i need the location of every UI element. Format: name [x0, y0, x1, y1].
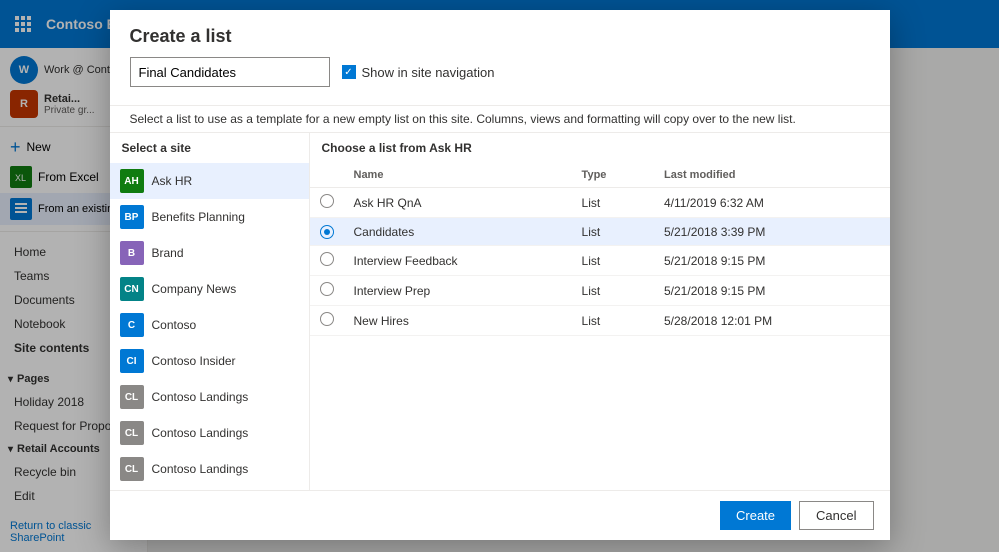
list-name: Interview Prep [344, 276, 572, 306]
radio-button[interactable] [320, 252, 334, 266]
site-item[interactable]: CN Company News [110, 271, 309, 307]
dialog-body: Select a site AH Ask HR BP Benefits Plan… [110, 133, 890, 490]
site-label: Brand [152, 246, 184, 260]
site-icon: AH [120, 169, 144, 193]
site-icon: B [120, 241, 144, 265]
radio-button[interactable] [320, 225, 334, 239]
site-icon: CN [120, 277, 144, 301]
site-list: AH Ask HR BP Benefits Planning B Brand C… [110, 163, 309, 490]
list-type: List [572, 218, 654, 246]
dialog-title: Create a list [130, 26, 870, 47]
radio-button[interactable] [320, 194, 334, 208]
radio-cell [310, 246, 344, 276]
list-name-input[interactable] [130, 57, 330, 87]
show-nav-label: Show in site navigation [342, 65, 495, 80]
col-name: Name [344, 163, 572, 188]
list-row[interactable]: Interview Prep List 5/21/2018 9:15 PM [310, 276, 890, 306]
site-label: Benefits Planning [152, 210, 245, 224]
list-row[interactable]: Interview Feedback List 5/21/2018 9:15 P… [310, 246, 890, 276]
list-type: List [572, 306, 654, 336]
list-name: Candidates [344, 218, 572, 246]
site-icon: C [120, 313, 144, 337]
list-modified: 5/21/2018 9:15 PM [654, 246, 890, 276]
site-label: Contoso Landings [152, 390, 249, 404]
list-modified: 5/21/2018 9:15 PM [654, 276, 890, 306]
cancel-button[interactable]: Cancel [799, 501, 873, 530]
site-label: Company News [152, 282, 237, 296]
create-button[interactable]: Create [720, 501, 791, 530]
radio-button[interactable] [320, 312, 334, 326]
list-name: Ask HR QnA [344, 188, 572, 218]
site-label: Contoso [152, 318, 197, 332]
site-item[interactable]: CL Contoso Landings [110, 415, 309, 451]
app-container: Contoso El... W Work @ Conto... R Retai.… [0, 0, 999, 552]
list-row[interactable]: Candidates List 5/21/2018 3:39 PM [310, 218, 890, 246]
list-name: Interview Feedback [344, 246, 572, 276]
list-modified: 5/21/2018 3:39 PM [654, 218, 890, 246]
site-item[interactable]: CI Contoso Insider [110, 343, 309, 379]
list-modified: 4/11/2019 6:32 AM [654, 188, 890, 218]
site-item[interactable]: B Brand [110, 235, 309, 271]
site-label: Ask HR [152, 174, 193, 188]
site-icon: CL [120, 385, 144, 409]
site-item[interactable]: CL Contoso Landings [110, 451, 309, 487]
list-panel: Choose a list from Ask HR Name Type Last… [310, 133, 890, 490]
list-row[interactable]: New Hires List 5/28/2018 12:01 PM [310, 306, 890, 336]
dialog-name-row: Show in site navigation [130, 57, 870, 87]
list-type: List [572, 246, 654, 276]
site-item[interactable]: CL Contoso Landings [110, 379, 309, 415]
list-name: New Hires [344, 306, 572, 336]
list-table: Name Type Last modified Ask HR QnA List … [310, 163, 890, 490]
site-item[interactable]: C Contoso [110, 307, 309, 343]
site-icon: CL [120, 457, 144, 481]
dialog-footer: Create Cancel [110, 490, 890, 540]
list-type: List [572, 276, 654, 306]
site-icon: CL [120, 421, 144, 445]
list-modified: 5/28/2018 12:01 PM [654, 306, 890, 336]
site-item[interactable]: AH Ask HR [110, 163, 309, 199]
radio-cell [310, 276, 344, 306]
list-type: List [572, 188, 654, 218]
show-nav-checkbox[interactable] [342, 65, 356, 79]
create-list-dialog: Create a list Show in site navigation Se… [110, 10, 890, 540]
site-label: Contoso Landings [152, 462, 249, 476]
radio-cell [310, 218, 344, 246]
site-icon: CI [120, 349, 144, 373]
col-modified: Last modified [654, 163, 890, 188]
list-row[interactable]: Ask HR QnA List 4/11/2019 6:32 AM [310, 188, 890, 218]
dialog-description: Select a list to use as a template for a… [110, 106, 890, 133]
dialog-overlay: Create a list Show in site navigation Se… [0, 0, 999, 552]
radio-cell [310, 306, 344, 336]
site-label: Contoso Insider [152, 354, 236, 368]
dialog-header: Create a list Show in site navigation [110, 10, 890, 106]
site-icon: BP [120, 205, 144, 229]
site-panel: Select a site AH Ask HR BP Benefits Plan… [110, 133, 310, 490]
list-panel-header: Choose a list from Ask HR [310, 133, 890, 163]
site-label: Contoso Landings [152, 426, 249, 440]
radio-cell [310, 188, 344, 218]
radio-button[interactable] [320, 282, 334, 296]
site-item[interactable]: BP Benefits Planning [110, 199, 309, 235]
col-radio [310, 163, 344, 188]
col-type: Type [572, 163, 654, 188]
site-panel-header: Select a site [110, 133, 309, 163]
